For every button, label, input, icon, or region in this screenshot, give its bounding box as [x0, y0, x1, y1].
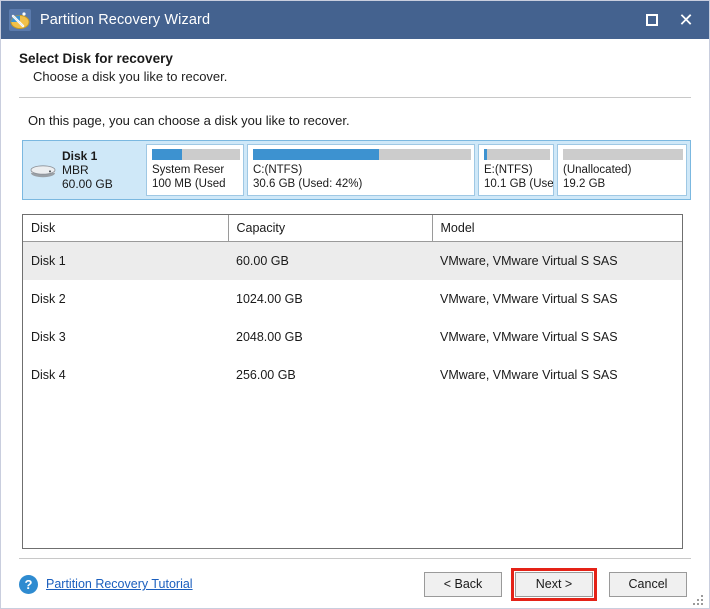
disk-map-capacity: 60.00 GB	[62, 177, 113, 191]
partition-block[interactable]: System Reser 100 MB (Used	[146, 144, 244, 196]
disk-map-style: MBR	[62, 163, 89, 177]
table-row[interactable]: Disk 4 256.00 GB VMware, VMware Virtual …	[23, 356, 682, 394]
back-button[interactable]: < Back	[424, 571, 502, 597]
partition-size: 10.1 GB (Used	[484, 178, 554, 190]
partition-recovery-wizard-window: Partition Recovery Wizard ✕ Select Disk …	[0, 0, 710, 609]
partition-usage-bar	[484, 149, 550, 160]
table-row[interactable]: Disk 1 60.00 GB VMware, VMware Virtual S…	[23, 241, 682, 280]
partition-label: C:(NTFS)	[253, 164, 303, 176]
cell-model: VMware, VMware Virtual S SAS	[440, 330, 618, 344]
partition-usage-bar	[563, 149, 683, 160]
cell-capacity: 1024.00 GB	[236, 292, 303, 306]
cell-disk: Disk 4	[31, 368, 66, 382]
close-button[interactable]: ✕	[669, 3, 703, 37]
partition-strip: System Reser 100 MB (Used C:(NTFS) 30.6 …	[146, 144, 687, 196]
disk-list[interactable]: Disk Capacity Model Disk 1 60.00 GB VMwa…	[22, 214, 683, 549]
help-icon[interactable]: ?	[19, 574, 38, 594]
partition-label: (Unallocated)	[563, 164, 632, 176]
cell-capacity: 2048.00 GB	[236, 330, 303, 344]
disk-summary: Disk 1 MBR 60.00 GB	[26, 144, 146, 196]
cell-disk: Disk 1	[23, 241, 228, 280]
footer-bar: ? Partition Recovery Tutorial < Back Nex…	[1, 559, 709, 608]
window-title: Partition Recovery Wizard	[40, 12, 211, 28]
disk-map-name: Disk 1	[62, 149, 98, 163]
partition-block[interactable]: (Unallocated) 19.2 GB	[557, 144, 687, 196]
header-divider	[19, 97, 691, 98]
maximize-button[interactable]	[635, 3, 669, 37]
cell-disk: Disk 3	[31, 330, 66, 344]
cell-model: VMware, VMware Virtual S SAS	[440, 368, 618, 382]
cell-capacity: 60.00 GB	[228, 241, 432, 280]
partition-block[interactable]: C:(NTFS) 30.6 GB (Used: 42%)	[247, 144, 475, 196]
partition-label: E:(NTFS)	[484, 164, 533, 176]
column-header-model[interactable]: Model	[432, 215, 682, 242]
cell-model: VMware, VMware Virtual S SAS	[440, 292, 618, 306]
window-controls: ✕	[635, 1, 703, 39]
next-button[interactable]: Next >	[515, 571, 593, 597]
close-icon: ✕	[678, 10, 694, 30]
table-row[interactable]: Disk 2 1024.00 GB VMware, VMware Virtual…	[23, 280, 682, 318]
intro-text: On this page, you can choose a disk you …	[28, 113, 350, 128]
next-button-highlight: Next >	[511, 567, 597, 601]
title-bar: Partition Recovery Wizard ✕	[1, 1, 709, 39]
resize-grip[interactable]	[693, 593, 705, 605]
table-header-row: Disk Capacity Model	[23, 215, 682, 242]
partition-usage-bar	[253, 149, 471, 160]
partition-wizard-icon	[9, 9, 31, 31]
partition-size: 100 MB (Used	[152, 178, 226, 190]
partition-usage-bar	[152, 149, 240, 160]
cell-capacity: 256.00 GB	[236, 368, 296, 382]
hard-disk-icon	[28, 155, 58, 185]
column-header-capacity[interactable]: Capacity	[228, 215, 433, 242]
partition-size: 19.2 GB	[563, 178, 606, 190]
partition-label: System Reser	[152, 164, 225, 176]
partition-size: 30.6 GB (Used: 42%)	[253, 178, 363, 190]
partition-block[interactable]: E:(NTFS) 10.1 GB (Used	[478, 144, 554, 196]
column-header-disk[interactable]: Disk	[23, 215, 229, 242]
maximize-icon	[646, 14, 658, 26]
page-subtitle: Choose a disk you like to recover.	[33, 69, 228, 84]
cancel-button[interactable]: Cancel	[609, 571, 687, 597]
page-title: Select Disk for recovery	[19, 51, 173, 66]
disk-map-panel[interactable]: Disk 1 MBR 60.00 GB System Reser 100 MB …	[22, 140, 691, 200]
disk-meta: Disk 1 MBR 60.00 GB	[62, 149, 113, 191]
cell-model: VMware, VMware Virtual S SAS	[432, 241, 682, 280]
table-row[interactable]: Disk 3 2048.00 GB VMware, VMware Virtual…	[23, 318, 682, 356]
cell-disk: Disk 2	[31, 292, 66, 306]
tutorial-link[interactable]: Partition Recovery Tutorial	[46, 577, 193, 591]
page-header: Select Disk for recovery Choose a disk y…	[1, 39, 709, 84]
